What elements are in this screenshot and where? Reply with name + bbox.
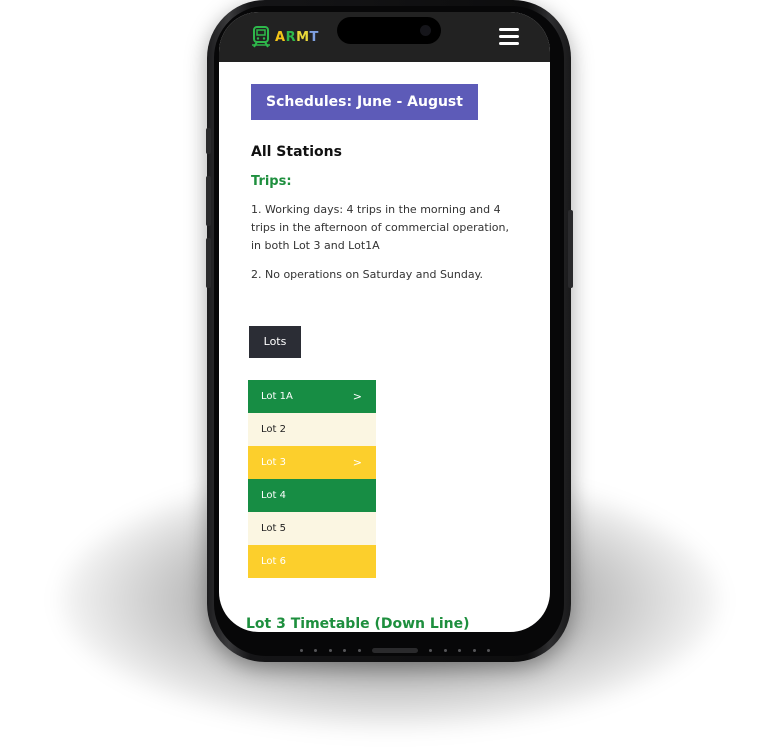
trips-label: Trips: (251, 174, 292, 189)
action-button (206, 128, 211, 154)
lot-item-label: Lot 3 (261, 457, 286, 468)
lot-item-4[interactable]: Lot 4 (248, 479, 376, 512)
charging-port (371, 647, 418, 653)
lot-item-label: Lot 4 (261, 490, 286, 501)
lot-item-2[interactable]: Lot 2 (248, 413, 376, 446)
dynamic-island (337, 17, 441, 44)
app-header: ARMT (219, 12, 550, 62)
logo-letter-t: T (309, 29, 319, 45)
lot-item-label: Lot 1A (261, 391, 293, 402)
logo[interactable]: ARMT (251, 26, 319, 48)
section-title: All Stations (251, 144, 342, 160)
timetable-heading: Lot 3 Timetable (Down Line) (246, 616, 470, 632)
trip-item-1: 1. Working days: 4 trips in the morning … (251, 203, 509, 252)
power-button (568, 210, 573, 288)
lot-item-5[interactable]: Lot 5 (248, 512, 376, 545)
logo-letter-m: M (296, 29, 310, 45)
logo-letter-a: A (275, 29, 286, 45)
phone-bottom-edge (300, 645, 490, 655)
train-icon (252, 26, 270, 48)
lot-item-3[interactable]: Lot 3 > (248, 446, 376, 479)
camera-lens (420, 25, 431, 36)
phone-screen: ARMT Schedules: June - August All Statio… (219, 12, 550, 632)
volume-up-button (206, 176, 211, 226)
lots-button[interactable]: Lots (249, 326, 301, 358)
logo-letter-r: R (285, 29, 297, 45)
lot-item-label: Lot 5 (261, 523, 286, 534)
lot-item-label: Lot 2 (261, 424, 286, 435)
schedule-banner: Schedules: June - August (251, 84, 478, 120)
chevron-right-icon: > (352, 390, 362, 403)
mockup-stage: ARMT Schedules: June - August All Statio… (0, 0, 778, 753)
logo-text: ARMT (275, 30, 319, 45)
lot-item-6[interactable]: Lot 6 (248, 545, 376, 578)
hamburger-menu-icon[interactable] (499, 28, 521, 46)
chevron-right-icon: > (352, 456, 362, 469)
lot-item-label: Lot 6 (261, 556, 286, 567)
lot-item-1a[interactable]: Lot 1A > (248, 380, 376, 413)
trip-item-2: 2. No operations on Saturday and Sunday. (251, 268, 484, 281)
lot-list: Lot 1A > Lot 2 Lot 3 > Lot 4 Lot 5 Lot 6 (248, 380, 376, 578)
volume-down-button (206, 238, 211, 288)
